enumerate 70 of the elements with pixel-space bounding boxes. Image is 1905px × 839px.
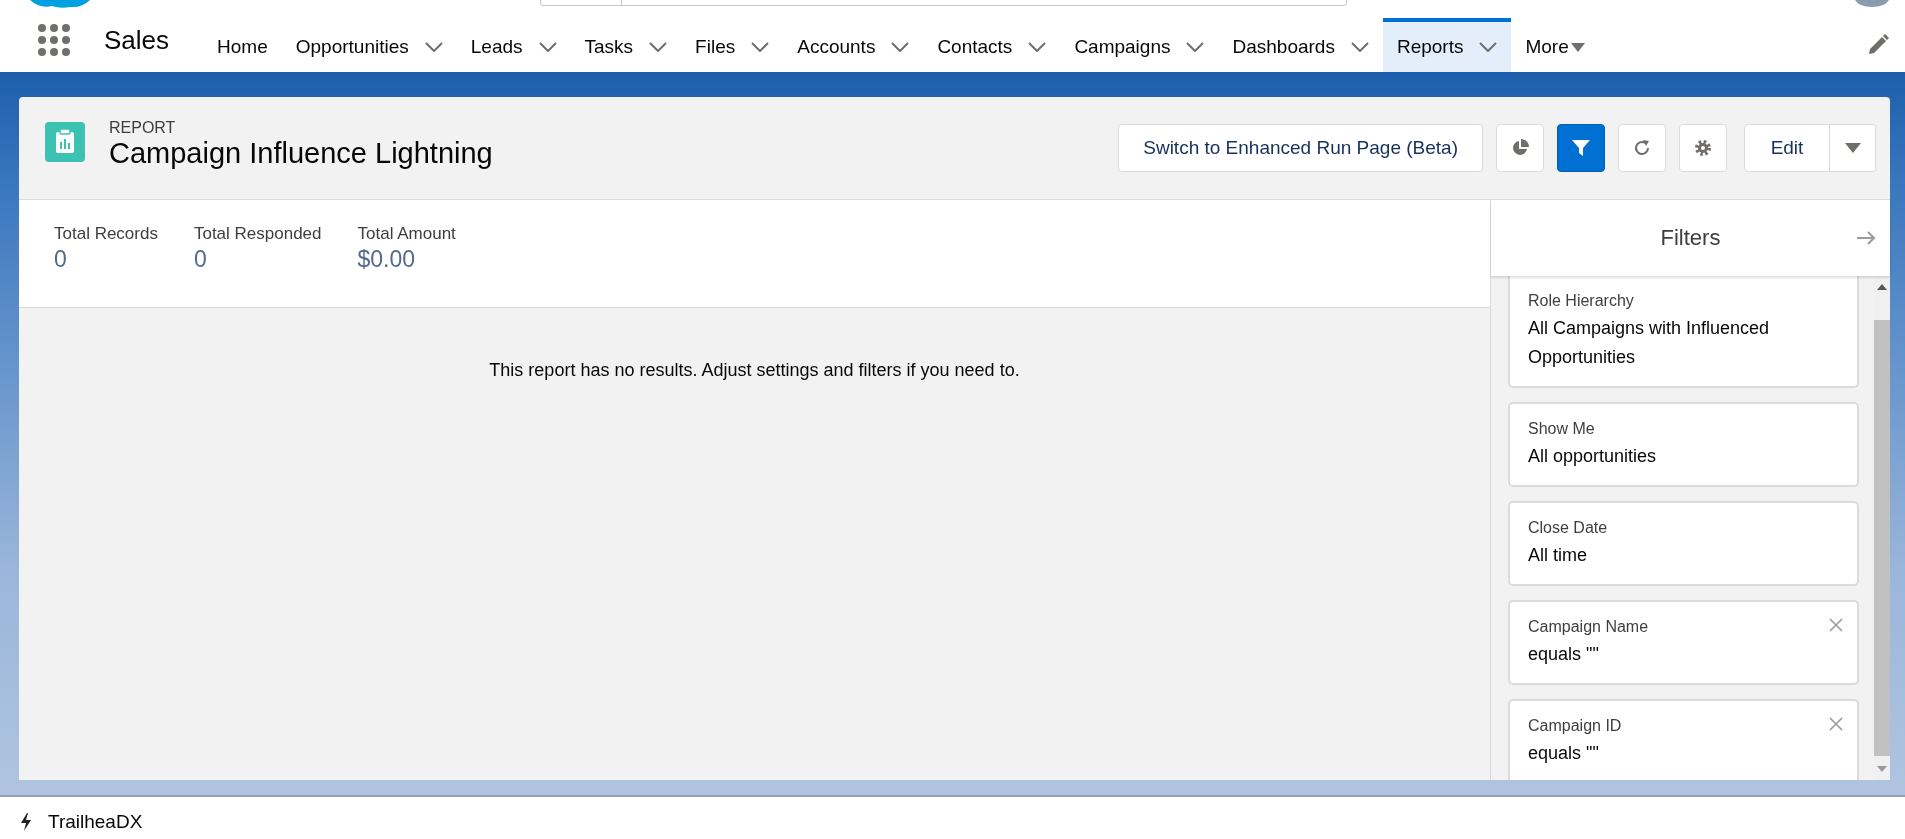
filter-label: Campaign Name bbox=[1528, 618, 1649, 636]
avatar-icon[interactable] bbox=[1855, 0, 1889, 7]
report-title: Campaign Influence Lightning bbox=[109, 136, 493, 170]
filter-card[interactable]: Role Hierarchy All Campaigns with Influenced Opportunities bbox=[1508, 276, 1859, 388]
nav-tab[interactable]: Files bbox=[681, 18, 784, 72]
lightning-icon bbox=[20, 813, 32, 831]
chart-button[interactable] bbox=[1496, 124, 1544, 172]
filter-label: Show Me bbox=[1528, 420, 1595, 438]
chevron-down-icon[interactable] bbox=[1186, 42, 1205, 52]
filter-value: All time bbox=[1528, 544, 1587, 567]
filter-button[interactable] bbox=[1557, 124, 1605, 172]
filter-value: equals "" bbox=[1528, 742, 1599, 765]
chevron-down-icon[interactable] bbox=[424, 42, 443, 52]
nav-tab[interactable]: Leads bbox=[456, 18, 571, 72]
filter-icon bbox=[1572, 139, 1590, 157]
chevron-down-icon[interactable] bbox=[891, 42, 910, 52]
filter-label: Role Hierarchy bbox=[1528, 292, 1634, 310]
refresh-button[interactable] bbox=[1618, 124, 1666, 172]
caret-icon[interactable] bbox=[1570, 42, 1585, 52]
filter-card[interactable]: Close Date All time bbox=[1508, 501, 1859, 586]
more-menu[interactable]: More bbox=[1511, 22, 1599, 72]
caret-icon bbox=[1844, 143, 1861, 153]
filters-title: Filters bbox=[1660, 225, 1721, 251]
stat-label: Total Amount bbox=[357, 224, 456, 244]
chevron-down-icon[interactable] bbox=[1028, 42, 1047, 52]
filter-value: All Campaigns with Influenced Opportunities bbox=[1528, 317, 1771, 369]
nav-tab[interactable]: Contacts bbox=[923, 18, 1061, 72]
close-icon[interactable] bbox=[1829, 618, 1843, 632]
refresh-icon bbox=[1633, 139, 1651, 157]
chevron-down-icon[interactable] bbox=[1479, 42, 1498, 52]
cloud-logo[interactable] bbox=[30, 0, 90, 8]
object-type-label: REPORT bbox=[109, 118, 177, 137]
nav-tab[interactable]: Accounts bbox=[783, 18, 924, 72]
stat-value: 0 bbox=[193, 246, 208, 273]
pie-chart-icon bbox=[1511, 139, 1529, 157]
nav-tab[interactable]: Reports bbox=[1382, 18, 1512, 72]
close-icon[interactable] bbox=[1829, 717, 1843, 731]
nav-tab[interactable]: Tasks bbox=[570, 18, 682, 72]
filter-card[interactable]: Campaign ID equals "" bbox=[1508, 699, 1859, 780]
filter-card[interactable]: Show Me All opportunities bbox=[1508, 402, 1859, 487]
stat-value: $0.00 bbox=[357, 246, 417, 273]
settings-button[interactable] bbox=[1679, 124, 1727, 172]
edit-button[interactable]: Edit bbox=[1744, 124, 1830, 172]
stat-value: 0 bbox=[54, 246, 68, 273]
stat-label: Total Records bbox=[54, 224, 158, 244]
app-name: Sales bbox=[104, 24, 170, 56]
filter-label: Close Date bbox=[1528, 519, 1608, 537]
filter-value: equals "" bbox=[1528, 643, 1599, 666]
empty-message: This report has no results. Adjust settings and filters if you need to. bbox=[489, 360, 1020, 380]
chevron-down-icon[interactable] bbox=[1350, 42, 1369, 52]
switch-run-page-button[interactable]: Switch to Enhanced Run Page (Beta) bbox=[1118, 124, 1483, 172]
nav-tab[interactable]: Opportunities bbox=[281, 18, 457, 72]
chevron-down-icon[interactable] bbox=[649, 42, 668, 52]
scroll-up-icon[interactable] bbox=[1877, 284, 1887, 290]
nav-tab[interactable]: Home bbox=[203, 18, 282, 72]
settings-icon bbox=[1694, 139, 1712, 157]
footer-label[interactable]: TrailheaDX bbox=[48, 811, 143, 833]
nav-tab[interactable]: Campaigns bbox=[1060, 18, 1219, 72]
edit-menu-button[interactable] bbox=[1830, 124, 1876, 172]
chevron-down-icon[interactable] bbox=[751, 42, 770, 52]
filter-card[interactable]: Campaign Name equals "" bbox=[1508, 600, 1859, 685]
chevron-down-icon[interactable] bbox=[538, 42, 557, 52]
filter-value: All opportunities bbox=[1528, 445, 1657, 468]
stat-label: Total Responded bbox=[193, 224, 322, 244]
filter-label: Campaign ID bbox=[1528, 717, 1622, 735]
arrow-right-icon[interactable] bbox=[1856, 231, 1876, 245]
app-launcher-icon[interactable] bbox=[38, 24, 70, 56]
pencil-icon[interactable] bbox=[1867, 34, 1889, 56]
report-icon bbox=[45, 122, 85, 162]
nav-tab[interactable]: Dashboards bbox=[1218, 18, 1383, 72]
